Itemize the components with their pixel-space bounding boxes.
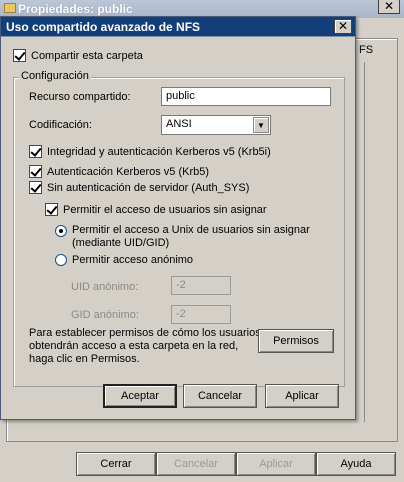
aplicar-button[interactable]: Aplicar (265, 384, 339, 408)
aceptar-button[interactable]: Aceptar (103, 384, 177, 408)
encoding-label: Codificación: (29, 119, 92, 131)
share-folder-checkbox[interactable] (13, 49, 26, 62)
configuration-legend: Configuración (19, 70, 91, 82)
back-aplicar-button[interactable]: Aplicar (236, 452, 316, 476)
anon-access-label: Permitir acceso anónimo (72, 254, 194, 266)
krb5i-label: Integridad y autenticación Kerberos v5 (… (47, 145, 271, 158)
dialog-titlebar: Uso compartido avanzado de NFS ✕ (1, 17, 355, 37)
anon-access-radio-row[interactable]: Permitir acceso anónimo (55, 254, 193, 266)
unix-access-line1: Permitir el acceso a Unix de usuarios si… (72, 224, 310, 236)
unmapped-users-label: Permitir el acceso de usuarios sin asign… (63, 203, 267, 216)
permissions-text-line1: Para establecer permisos de cómo los usu… (29, 327, 261, 339)
share-folder-label: Compartir esta carpeta (31, 49, 143, 62)
back-cancelar-button[interactable]: Cancelar (156, 452, 236, 476)
permissions-text-line2: obtendrán acceso a esta carpeta en la re… (29, 340, 239, 352)
properties-close-button[interactable]: ✕ (378, 0, 400, 14)
resource-input[interactable]: public (161, 87, 331, 106)
properties-tab-nfs[interactable]: FS (354, 40, 398, 82)
uid-input[interactable]: -2 (171, 276, 231, 295)
share-folder-checkbox-row[interactable]: Compartir esta carpeta (13, 49, 143, 62)
cancelar-button[interactable]: Cancelar (183, 384, 257, 408)
folder-icon (4, 3, 16, 13)
unmapped-users-checkbox-row[interactable]: Permitir el acceso de usuarios sin asign… (45, 203, 267, 216)
auth-sys-checkbox-row[interactable]: Sin autenticación de servidor (Auth_SYS) (29, 181, 249, 194)
properties-tab-label: FS (359, 44, 374, 56)
unix-access-label: Permitir el acceso a Unix de usuarios si… (72, 224, 310, 250)
unix-access-radio[interactable] (55, 225, 67, 237)
krb5-label: Autenticación Kerberos v5 (Krb5) (47, 165, 210, 178)
dialog-close-button[interactable]: ✕ (334, 19, 352, 34)
gid-label: GID anónimo: (71, 309, 139, 321)
chevron-down-icon[interactable]: ▼ (253, 117, 269, 133)
unix-access-radio-row[interactable]: Permitir el acceso a Unix de usuarios si… (55, 224, 310, 250)
permisos-button[interactable]: Permisos (258, 329, 334, 353)
krb5i-checkbox-row[interactable]: Integridad y autenticación Kerberos v5 (… (29, 145, 271, 158)
dialog-title: Uso compartido avanzado de NFS (6, 20, 201, 34)
unix-access-line2: (mediante UID/GID) (72, 237, 170, 249)
auth-sys-label: Sin autenticación de servidor (Auth_SYS) (47, 181, 250, 194)
uid-label: UID anónimo: (71, 281, 139, 293)
unmapped-users-checkbox[interactable] (45, 203, 58, 216)
gid-input[interactable]: -2 (171, 305, 231, 324)
ayuda-button[interactable]: Ayuda (316, 452, 396, 476)
tab-divider (364, 62, 365, 422)
anon-access-radio[interactable] (55, 254, 67, 266)
krb5-checkbox-row[interactable]: Autenticación Kerberos v5 (Krb5) (29, 165, 209, 178)
encoding-select[interactable]: ANSI ▼ (161, 115, 271, 135)
auth-sys-checkbox[interactable] (29, 181, 42, 194)
properties-window-title: Propiedades: public (18, 2, 133, 16)
cerrar-button[interactable]: Cerrar (76, 452, 156, 476)
nfs-advanced-sharing-dialog: Uso compartido avanzado de NFS ✕ Compart… (0, 16, 356, 420)
permissions-text-line3: haga clic en Permisos. (29, 353, 140, 365)
permissions-description: Para establecer permisos de cómo los usu… (29, 327, 261, 366)
encoding-value: ANSI (166, 118, 192, 130)
resource-label: Recurso compartido: (29, 91, 131, 103)
krb5i-checkbox[interactable] (29, 145, 42, 158)
krb5-checkbox[interactable] (29, 165, 42, 178)
